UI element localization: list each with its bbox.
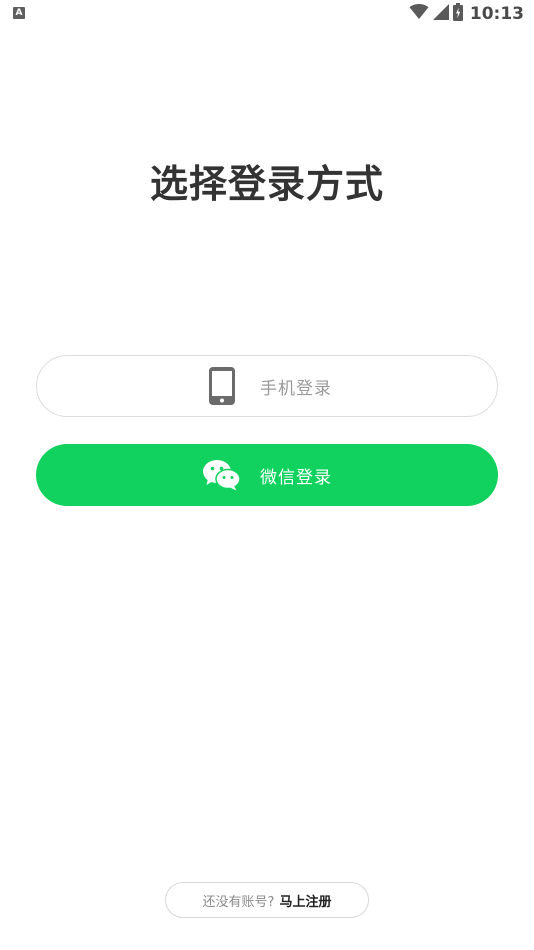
wechat-icon [202, 455, 242, 495]
register-prompt-text: 还没有账号? [202, 894, 275, 910]
login-method-screen: A 10:13 选择登录方式 手机登录 微信登录 还没有账号? 马上注册 [0, 0, 534, 950]
wifi-icon [409, 4, 429, 24]
notification-a-icon: A [13, 7, 25, 19]
phone-login-label: 手机登录 [260, 378, 332, 399]
wechat-login-button[interactable]: 微信登录 [36, 444, 498, 506]
status-bar-right: 10:13 [409, 3, 524, 25]
battery-icon [452, 3, 463, 25]
register-prompt-pill[interactable]: 还没有账号? 马上注册 [165, 882, 369, 918]
phone-login-button[interactable]: 手机登录 [36, 355, 498, 417]
smartphone-icon [202, 366, 242, 406]
status-time: 10:13 [469, 4, 524, 24]
cell-signal-icon [432, 4, 449, 24]
register-now-link[interactable]: 马上注册 [279, 891, 331, 910]
wechat-login-label: 微信登录 [260, 467, 332, 488]
page-title: 选择登录方式 [149, 162, 384, 206]
status-bar: A 10:13 [0, 0, 534, 28]
